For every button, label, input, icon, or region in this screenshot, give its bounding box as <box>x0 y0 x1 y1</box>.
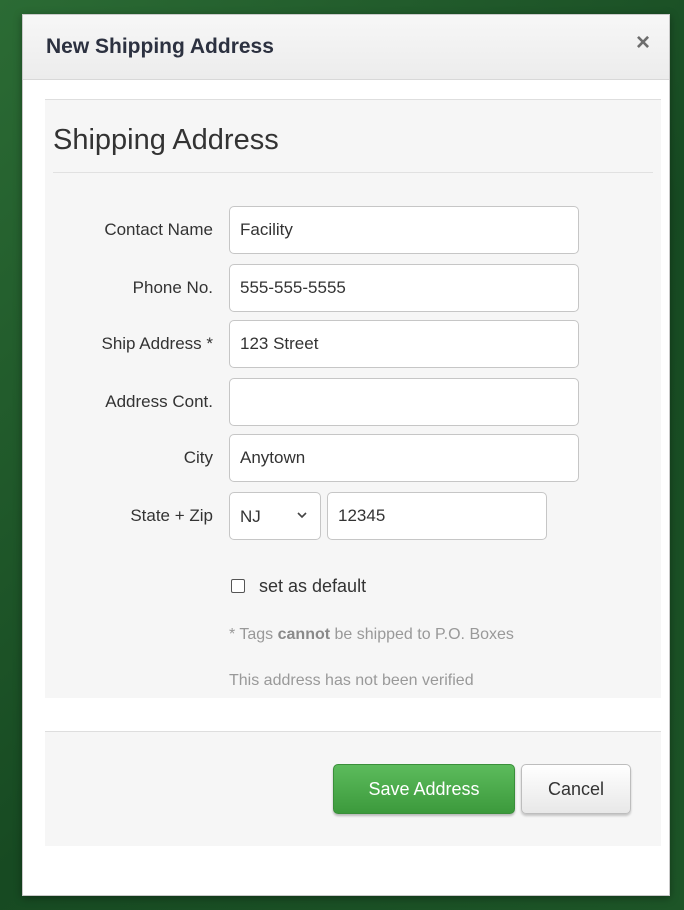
section-title: Shipping Address <box>53 124 279 156</box>
set-default-label[interactable]: set as default <box>259 576 366 597</box>
modal-header: New Shipping Address × <box>23 15 669 80</box>
state-zip-label: State + Zip <box>130 506 213 525</box>
new-shipping-address-modal: New Shipping Address × Shipping Address … <box>22 14 670 896</box>
phone-input[interactable] <box>229 264 579 312</box>
ship-address-input[interactable] <box>229 320 579 368</box>
po-box-note-emphasis: cannot <box>277 626 331 643</box>
verification-status: This address has not been verified <box>229 672 474 689</box>
modal-footer: Save Address Cancel <box>45 731 661 846</box>
phone-label: Phone No. <box>132 278 213 297</box>
close-icon[interactable]: × <box>631 29 655 57</box>
state-select-value: NJ <box>240 507 261 526</box>
po-box-note: * Tags cannot be shipped to P.O. Boxes <box>229 626 514 644</box>
address-cont-label: Address Cont. <box>105 392 213 411</box>
set-default-checkbox[interactable] <box>231 579 245 593</box>
zip-input[interactable] <box>327 492 547 540</box>
ship-address-label: Ship Address * <box>101 334 213 353</box>
city-input[interactable] <box>229 434 579 482</box>
ship-address-row: Ship Address * <box>45 320 661 368</box>
po-box-note-prefix: * Tags <box>229 626 278 643</box>
city-row: City <box>45 434 661 482</box>
po-box-note-suffix: be shipped to P.O. Boxes <box>330 626 514 643</box>
address-cont-input[interactable] <box>229 378 579 426</box>
state-zip-row: State + Zip NJ <box>45 492 661 540</box>
chevron-down-icon <box>297 512 307 519</box>
cancel-button[interactable]: Cancel <box>521 764 631 814</box>
address-cont-row: Address Cont. <box>45 378 661 426</box>
city-label: City <box>183 448 213 467</box>
shipping-address-form: Shipping Address Contact Name Phone No. … <box>45 99 661 698</box>
section-divider <box>53 172 653 173</box>
contact-name-row: Contact Name <box>45 206 661 254</box>
phone-row: Phone No. <box>45 264 661 312</box>
modal-title: New Shipping Address <box>46 35 274 58</box>
contact-name-input[interactable] <box>229 206 579 254</box>
save-address-button[interactable]: Save Address <box>333 764 515 814</box>
state-select[interactable]: NJ <box>229 492 321 540</box>
contact-name-label: Contact Name <box>104 220 213 239</box>
